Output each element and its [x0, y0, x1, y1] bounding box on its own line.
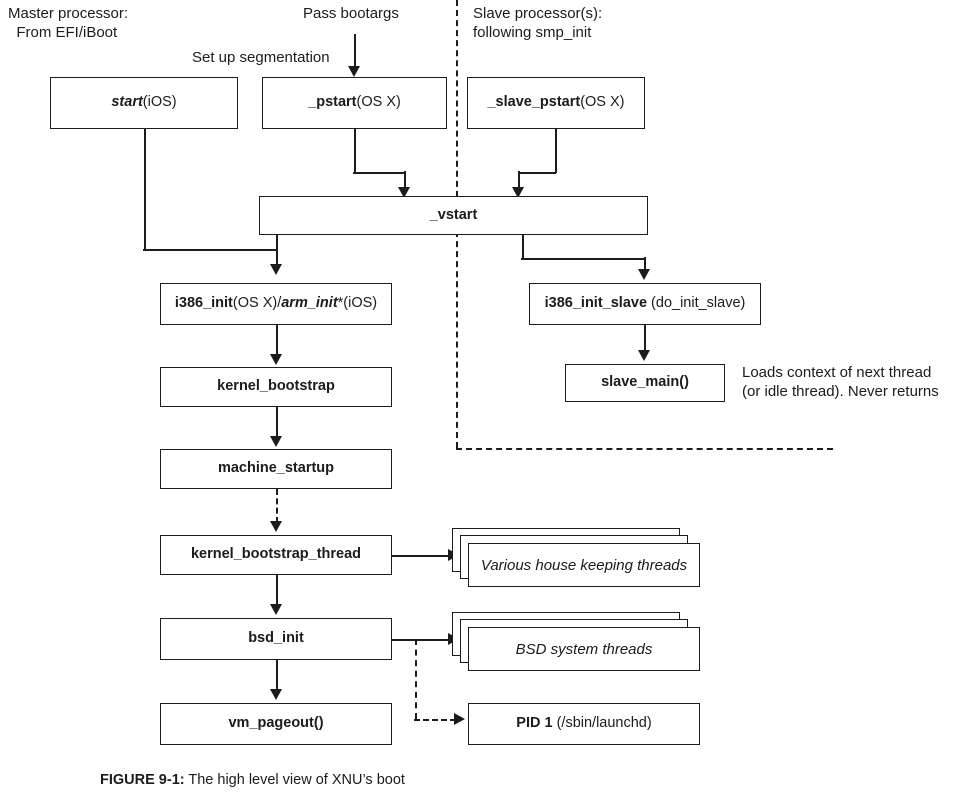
node-slave-pstart[interactable]: _slave_pstart(OS X) — [467, 77, 645, 129]
node-i386-init-bold: i386_init — [174, 295, 233, 312]
set-up-segmentation-label: Set up segmentation — [192, 49, 330, 66]
pstart-to-vstart-horizontal — [352, 171, 405, 174]
node-pstart[interactable]: _pstart(OS X) — [262, 77, 447, 129]
bsd-system-threads-label: BSD system threads — [515, 640, 653, 658]
housekeeping-threads-label: Various house keeping threads — [480, 556, 688, 574]
bsdinit-to-pid1-dashed-horizontal — [414, 718, 456, 721]
start-to-i386init-horizontal — [142, 249, 277, 251]
node-machine-startup-label: machine_startup — [217, 460, 335, 477]
node-vm-pageout[interactable]: vm_pageout() — [160, 703, 392, 745]
node-bsd-init-label: bsd_init — [248, 630, 304, 647]
node-start-ios-bold: start — [111, 94, 143, 111]
node-kernel-bootstrap-label: kernel_bootstrap — [217, 378, 335, 395]
master-slave-divider-horizontal — [456, 448, 833, 450]
node-pid1-bold: PID 1 — [516, 715, 553, 732]
vstart-to-slave-horizontal — [520, 257, 646, 260]
pass-bootargs-arrowhead — [347, 66, 360, 77]
machinestartup-to-kbthread-dashed-line — [276, 489, 278, 523]
master-processor-header: Master processor: From EFI/iBoot — [8, 5, 129, 42]
xnu-boot-flow-diagram: Master processor: From EFI/iBoot Slave p… — [0, 0, 965, 803]
node-pid1[interactable]: PID 1 (/sbin/launchd) — [468, 703, 700, 745]
node-kernel-bootstrap-thread[interactable]: kernel_bootstrap_thread — [160, 535, 392, 575]
node-slave-pstart-plain: (OS X) — [580, 94, 625, 111]
bsdinit-to-pid1-arrowhead — [454, 712, 465, 725]
pass-bootargs-arrow-line — [354, 34, 356, 70]
i386init-to-kernelbootstrap-line — [276, 325, 278, 356]
vstart-to-slave-arrowhead — [637, 269, 650, 280]
bsdinit-to-vmpageout-arrowhead — [269, 689, 282, 700]
pass-bootargs-label: Pass bootargs — [303, 5, 399, 22]
slave-to-slavemain-arrowhead — [637, 350, 650, 361]
bsd-threads-sheet-front: BSD system threads — [468, 627, 700, 671]
vstart-to-i386init-vertical-1 — [276, 235, 278, 250]
node-pstart-plain: (OS X) — [356, 94, 401, 111]
kbthread-to-housekeeping-line — [392, 554, 450, 557]
node-kernel-bootstrap-thread-label: kernel_bootstrap_thread — [190, 546, 362, 563]
kbthread-to-bsdinit-arrowhead — [269, 604, 282, 615]
slavepstart-to-vstart-horizontal — [518, 171, 556, 174]
node-i386-init-plain: (OS X)/ — [232, 295, 282, 312]
figure-caption-text: The high level view of XNU’s boot — [188, 772, 405, 788]
node-start-ios[interactable]: start(iOS) — [50, 77, 238, 129]
slave-processor-header: Slave processor(s): following smp_init — [473, 5, 603, 42]
node-i386-init-slave-bold: i386_init_slave — [544, 295, 648, 312]
pstart-to-vstart-vertical-1 — [354, 129, 356, 173]
housekeeping-sheet-front: Various house keeping threads — [468, 543, 700, 587]
bsdinit-to-pid1-dashed-vertical — [415, 639, 417, 719]
kernelbootstrap-to-machinestartup-arrowhead — [269, 436, 282, 447]
node-bsd-init[interactable]: bsd_init — [160, 618, 392, 660]
kernelbootstrap-to-machinestartup-line — [276, 407, 278, 438]
node-start-ios-plain: (iOS) — [142, 94, 177, 111]
node-housekeeping-threads[interactable]: Various house keeping threads — [452, 528, 700, 592]
node-slave-pstart-bold: _slave_pstart — [487, 94, 581, 111]
node-i386-init-slave[interactable]: i386_init_slave (do_init_slave) — [529, 283, 761, 325]
vstart-to-i386init-arrowhead — [269, 264, 282, 275]
node-vstart[interactable]: _vstart — [259, 196, 648, 235]
kbthread-to-bsdinit-line — [276, 575, 278, 606]
machinestartup-to-kbthread-arrowhead — [269, 521, 282, 532]
figure-caption: FIGURE 9-1: The high level view of XNU’s… — [100, 772, 405, 788]
node-i386-init[interactable]: i386_init(OS X)/arm_init*(iOS) — [160, 283, 392, 325]
bsdinit-to-bsdthreads-line — [392, 638, 450, 641]
bsdinit-to-vmpageout-line — [276, 660, 278, 691]
node-slave-main[interactable]: slave_main() — [565, 364, 725, 402]
node-slave-main-label: slave_main() — [601, 374, 689, 391]
node-kernel-bootstrap[interactable]: kernel_bootstrap — [160, 367, 392, 407]
i386init-to-kernelbootstrap-arrowhead — [269, 354, 282, 365]
slave-to-slavemain-line — [644, 325, 646, 352]
vstart-to-slave-vertical-1 — [522, 235, 524, 259]
node-i386-init-plain2: *(iOS) — [337, 295, 378, 312]
slavepstart-to-vstart-vertical-1 — [555, 129, 557, 173]
node-pid1-plain: (/sbin/launchd) — [552, 715, 652, 732]
node-machine-startup[interactable]: machine_startup — [160, 449, 392, 489]
figure-caption-number: FIGURE 9-1: — [100, 772, 185, 788]
node-i386-init-slave-plain: (do_init_slave) — [647, 295, 746, 312]
node-i386-init-bold-italic: arm_init — [281, 295, 338, 312]
node-pstart-bold: _pstart — [308, 94, 357, 111]
node-vstart-label: _vstart — [429, 206, 478, 223]
node-vm-pageout-label: vm_pageout() — [228, 715, 324, 732]
slave-main-note: Loads context of next thread (or idle th… — [742, 364, 939, 401]
node-bsd-system-threads[interactable]: BSD system threads — [452, 612, 700, 676]
start-to-i386init-vertical — [144, 129, 146, 249]
